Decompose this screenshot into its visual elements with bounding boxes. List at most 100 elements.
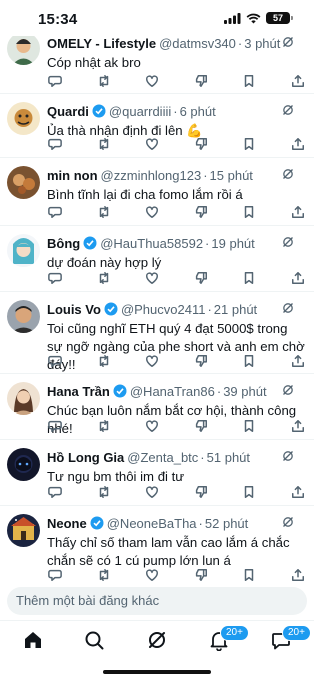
- avatar[interactable]: [7, 448, 40, 481]
- author-handle[interactable]: @datmsv340: [159, 36, 236, 51]
- post[interactable]: Louis Vo @Phucvo2411 · 21 phút Toi cũng …: [0, 292, 314, 374]
- author-name[interactable]: Hana Trần: [47, 384, 110, 399]
- grok-icon[interactable]: [146, 629, 168, 651]
- reply-icon[interactable]: [47, 136, 63, 152]
- dislike-icon[interactable]: [193, 353, 209, 369]
- author-name[interactable]: Louis Vo: [47, 302, 101, 317]
- grok-icon[interactable]: [282, 384, 294, 396]
- post[interactable]: Hana Trần @HanaTran86 · 39 phút Chúc bạn…: [0, 374, 314, 440]
- like-icon[interactable]: [144, 567, 160, 583]
- share-icon[interactable]: [290, 353, 306, 369]
- grok-icon[interactable]: [282, 104, 294, 116]
- messages-icon[interactable]: 20+: [270, 625, 311, 651]
- like-icon[interactable]: [144, 484, 160, 500]
- share-icon[interactable]: [290, 418, 306, 434]
- reply-icon[interactable]: [47, 270, 63, 286]
- reply-icon[interactable]: [47, 484, 63, 500]
- author-handle[interactable]: @NeoneBaTha: [107, 516, 197, 531]
- repost-icon[interactable]: [96, 353, 112, 369]
- bookmark-icon[interactable]: [241, 484, 257, 500]
- post[interactable]: Hồ Long Gia @Zenta_btc · 51 phút Tư ngu …: [0, 440, 314, 506]
- like-icon[interactable]: [144, 418, 160, 434]
- author-handle[interactable]: @Zenta_btc: [127, 450, 198, 465]
- reply-composer-input[interactable]: Thêm một bài đăng khác: [7, 587, 307, 615]
- avatar[interactable]: [7, 382, 40, 415]
- like-icon[interactable]: [144, 73, 160, 89]
- reply-icon[interactable]: [47, 567, 63, 583]
- author-name[interactable]: Quardi: [47, 104, 89, 119]
- avatar[interactable]: [7, 234, 40, 267]
- repost-icon[interactable]: [96, 73, 112, 89]
- author-handle[interactable]: @quarrdiiii: [109, 104, 171, 119]
- post-time[interactable]: 3 phút: [244, 36, 280, 51]
- author-handle[interactable]: @HauThua58592: [100, 236, 203, 251]
- bookmark-icon[interactable]: [241, 567, 257, 583]
- bookmark-icon[interactable]: [241, 136, 257, 152]
- dislike-icon[interactable]: [193, 204, 209, 220]
- like-icon[interactable]: [144, 204, 160, 220]
- avatar[interactable]: [7, 32, 40, 65]
- post-time[interactable]: 39 phút: [223, 384, 266, 399]
- dislike-icon[interactable]: [193, 73, 209, 89]
- like-icon[interactable]: [144, 270, 160, 286]
- grok-icon[interactable]: [282, 516, 294, 528]
- share-icon[interactable]: [290, 204, 306, 220]
- repost-icon[interactable]: [96, 418, 112, 434]
- share-icon[interactable]: [290, 484, 306, 500]
- share-icon[interactable]: [290, 136, 306, 152]
- avatar[interactable]: [7, 300, 40, 333]
- repost-icon[interactable]: [96, 484, 112, 500]
- repost-icon[interactable]: [96, 270, 112, 286]
- reply-icon[interactable]: [47, 73, 63, 89]
- grok-icon[interactable]: [282, 236, 294, 248]
- post-time[interactable]: 52 phút: [205, 516, 248, 531]
- like-icon[interactable]: [144, 136, 160, 152]
- bookmark-icon[interactable]: [241, 270, 257, 286]
- post[interactable]: Neone @NeoneBaTha · 52 phút Thấy chỉ số …: [0, 506, 314, 586]
- post-time[interactable]: 6 phút: [180, 104, 216, 119]
- avatar[interactable]: [7, 514, 40, 547]
- bookmark-icon[interactable]: [241, 353, 257, 369]
- author-name[interactable]: Neone: [47, 516, 87, 531]
- author-name[interactable]: min non: [47, 168, 98, 183]
- grok-icon[interactable]: [282, 36, 294, 48]
- grok-icon[interactable]: [282, 168, 294, 180]
- repost-icon[interactable]: [96, 136, 112, 152]
- repost-icon[interactable]: [96, 567, 112, 583]
- post-time[interactable]: 19 phút: [211, 236, 254, 251]
- post[interactable]: min non @zzminhlong123 · 15 phút Bình tĩ…: [0, 158, 314, 226]
- post[interactable]: Quardi @quarrdiiii · 6 phút Ủa thà nhận …: [0, 94, 314, 158]
- search-icon[interactable]: [83, 629, 105, 651]
- post-time[interactable]: 15 phút: [210, 168, 253, 183]
- grok-icon[interactable]: [282, 450, 294, 462]
- post[interactable]: Bông @HauThua58592 · 19 phút dự đoán này…: [0, 226, 314, 292]
- reply-icon[interactable]: [47, 353, 63, 369]
- author-handle[interactable]: @zzminhlong123: [101, 168, 202, 183]
- author-name[interactable]: OMELY - Lifestyle: [47, 36, 156, 51]
- notifications-icon[interactable]: 20+: [208, 625, 249, 652]
- post[interactable]: OMELY - Lifestyle @datmsv340 · 3 phút Có…: [0, 32, 314, 94]
- share-icon[interactable]: [290, 73, 306, 89]
- home-icon[interactable]: [22, 629, 44, 651]
- reply-icon[interactable]: [47, 204, 63, 220]
- author-handle[interactable]: @HanaTran86: [130, 384, 215, 399]
- bookmark-icon[interactable]: [241, 204, 257, 220]
- dislike-icon[interactable]: [193, 418, 209, 434]
- like-icon[interactable]: [144, 353, 160, 369]
- dislike-icon[interactable]: [193, 136, 209, 152]
- post-time[interactable]: 51 phút: [207, 450, 250, 465]
- avatar[interactable]: [7, 166, 40, 199]
- author-handle[interactable]: @Phucvo2411: [121, 302, 206, 317]
- dislike-icon[interactable]: [193, 270, 209, 286]
- repost-icon[interactable]: [96, 204, 112, 220]
- bookmark-icon[interactable]: [241, 418, 257, 434]
- share-icon[interactable]: [290, 270, 306, 286]
- share-icon[interactable]: [290, 567, 306, 583]
- post-time[interactable]: 21 phút: [214, 302, 257, 317]
- author-name[interactable]: Hồ Long Gia: [47, 450, 124, 465]
- dislike-icon[interactable]: [193, 484, 209, 500]
- reply-icon[interactable]: [47, 418, 63, 434]
- dislike-icon[interactable]: [193, 567, 209, 583]
- grok-icon[interactable]: [282, 302, 294, 314]
- bookmark-icon[interactable]: [241, 73, 257, 89]
